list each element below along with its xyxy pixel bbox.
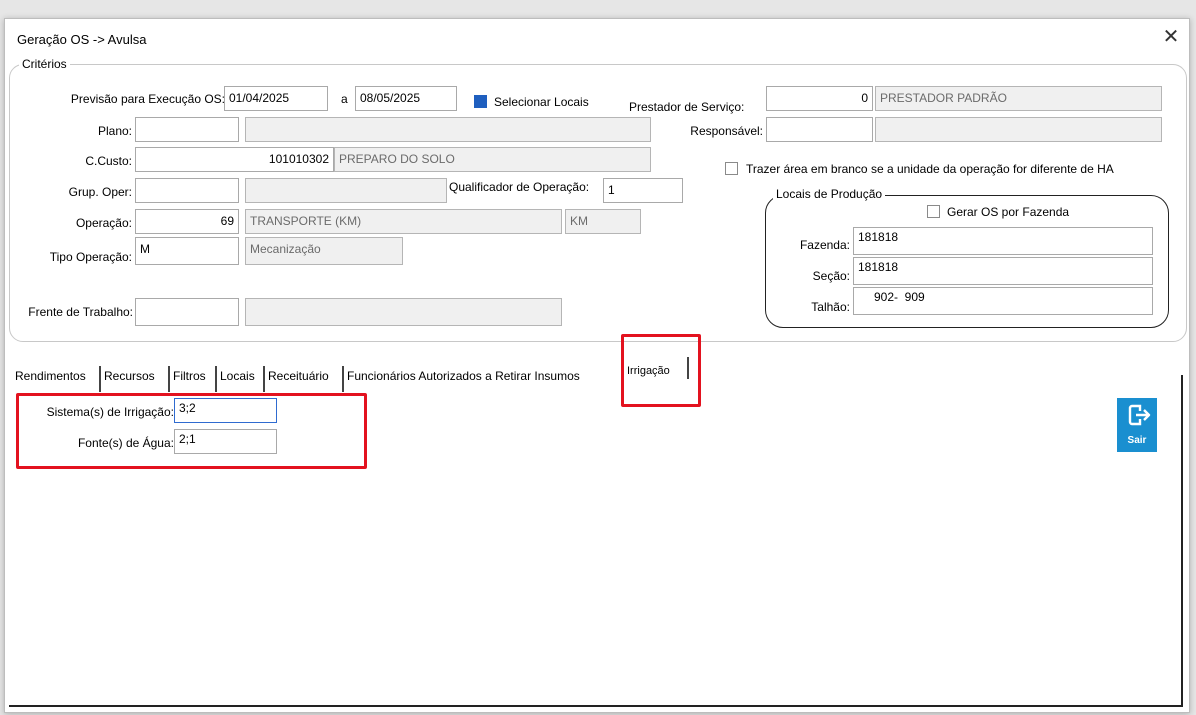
selecionar-locais-checkbox[interactable] — [474, 95, 487, 108]
plano-desc-field — [245, 117, 651, 142]
talhao-field[interactable]: 902- 909 — [853, 287, 1153, 315]
grup-oper-label: Grup. Oper: — [68, 185, 132, 199]
grup-oper-field[interactable] — [135, 178, 239, 203]
date-to-field[interactable]: 08/05/2025 — [355, 86, 457, 111]
tipo-operacao-desc-field: Mecanização — [245, 237, 403, 265]
ccusto-code-field[interactable]: 101010302 — [135, 147, 334, 172]
trazer-area-label: Trazer área em branco se a unidade da op… — [746, 162, 1114, 176]
responsavel-field[interactable] — [766, 117, 873, 142]
prestador-label: Prestador de Serviço: — [629, 100, 745, 114]
trazer-area-checkbox[interactable] — [725, 162, 738, 175]
ccusto-desc-field: PREPARO DO SOLO — [334, 147, 651, 172]
fazenda-label: Fazenda: — [799, 238, 850, 252]
operacao-code-field[interactable]: 69 — [135, 209, 239, 234]
tab-highlight-box — [621, 334, 701, 407]
secao-label: Seção: — [812, 269, 850, 283]
locais-title: Locais de Produção — [773, 187, 886, 201]
responsavel-desc-field — [875, 117, 1162, 142]
operacao-desc-field: TRANSPORTE (KM) — [245, 209, 562, 234]
date-from-field[interactable]: 01/04/2025 — [224, 86, 328, 111]
dialog-window: Geração OS -> Avulsa ✕ Critérios Previsã… — [4, 18, 1190, 713]
frente-label: Frente de Trabalho: — [28, 305, 133, 319]
grup-oper-desc-field — [245, 178, 447, 203]
a-label: a — [341, 92, 348, 106]
frente-desc-field — [245, 298, 562, 326]
plano-field[interactable] — [135, 117, 239, 142]
frente-field[interactable] — [135, 298, 239, 326]
qualificador-field[interactable]: 1 — [603, 178, 683, 203]
operacao-label: Operação: — [75, 216, 132, 230]
gerar-os-label: Gerar OS por Fazenda — [947, 205, 1070, 219]
plano-label: Plano: — [97, 124, 132, 138]
sair-button[interactable]: Sair — [1117, 398, 1157, 452]
secao-field[interactable]: 181818 — [853, 257, 1153, 285]
close-icon[interactable]: ✕ — [1157, 23, 1185, 51]
prestador-name-field: PRESTADOR PADRÃO — [875, 86, 1162, 111]
criterios-title: Critérios — [19, 57, 70, 71]
fazenda-field[interactable]: 181818 — [853, 227, 1153, 255]
fields-highlight-box — [16, 393, 367, 469]
talhao-label: Talhão: — [811, 300, 850, 314]
responsavel-label: Responsável: — [690, 124, 763, 138]
gerar-os-checkbox[interactable] — [927, 205, 940, 218]
ccusto-label: C.Custo: — [85, 154, 132, 168]
prestador-code-field[interactable]: 0 — [766, 86, 873, 111]
exit-icon — [1128, 404, 1151, 426]
tipo-operacao-label: Tipo Operação: — [49, 250, 132, 264]
sair-label: Sair — [1127, 435, 1147, 446]
qualificador-label: Qualificador de Operação: — [449, 180, 590, 194]
window-title: Geração OS -> Avulsa — [17, 32, 147, 47]
previsao-label: Previsão para Execução OS: — [70, 92, 225, 106]
selecionar-locais-label: Selecionar Locais — [494, 95, 589, 109]
operacao-unit-field: KM — [565, 209, 641, 234]
tipo-operacao-field[interactable]: M — [135, 237, 239, 265]
